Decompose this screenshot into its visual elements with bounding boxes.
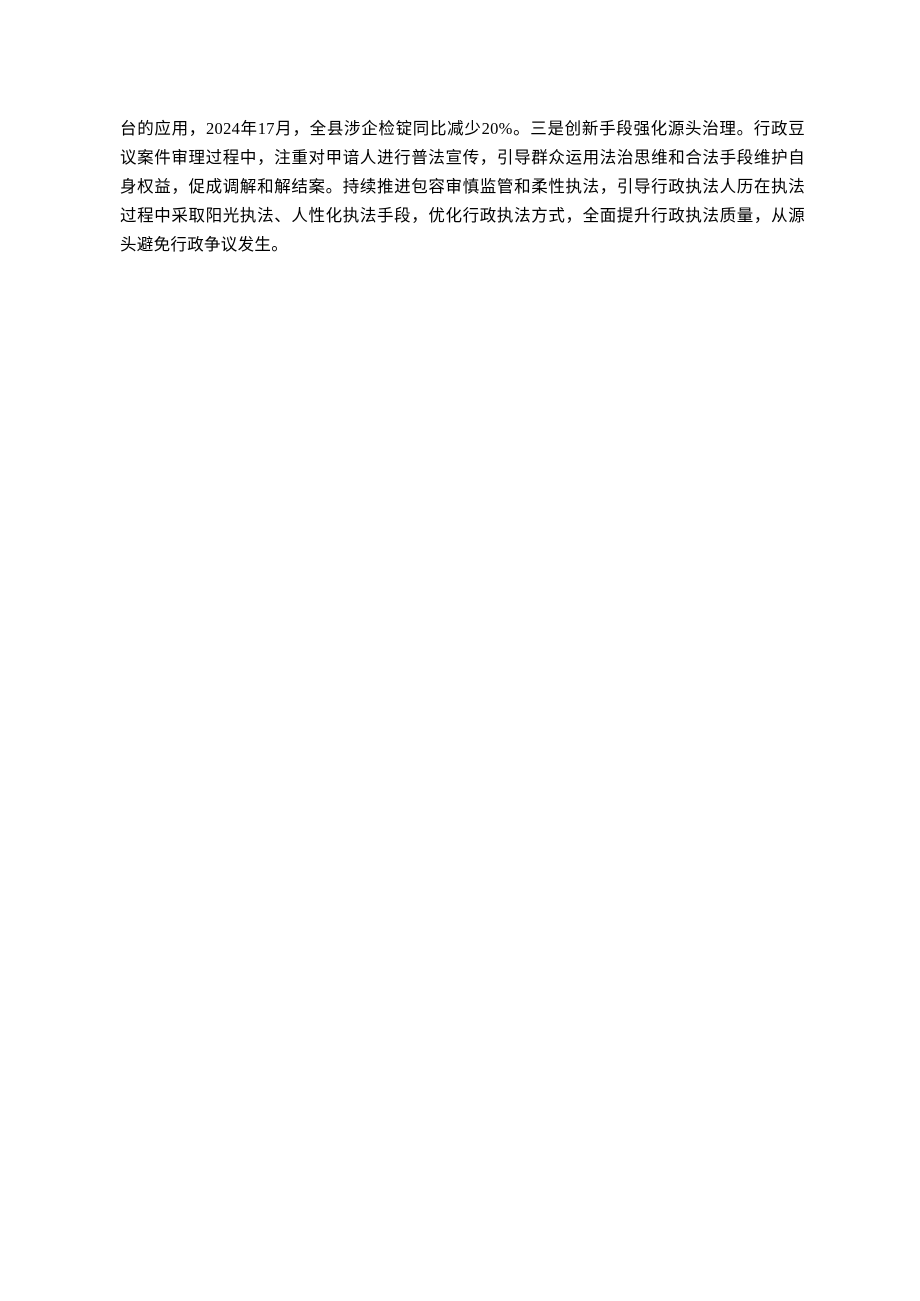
document-paragraph: 台的应用，2024年17月，全县涉企检锭同比减少20%。三是创新手段强化源头治理… — [120, 115, 805, 259]
